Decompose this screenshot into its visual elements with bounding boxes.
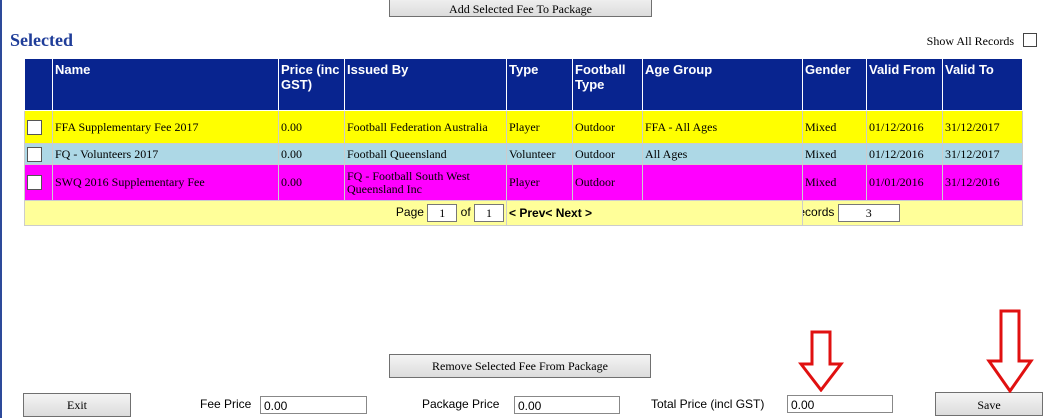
cell-price: 0.00 xyxy=(278,143,345,165)
cell-valid-to: 31/12/2017 xyxy=(942,110,1023,144)
cell-football-type: Outdoor xyxy=(572,164,643,201)
cell-name: SWQ 2016 Supplementary Fee xyxy=(52,164,279,201)
cell-issued-by: Football Queensland xyxy=(344,143,507,165)
next-link[interactable]: < Next > xyxy=(545,206,592,220)
cell-valid-from: 01/12/2016 xyxy=(866,110,943,144)
page-count: 1 xyxy=(474,204,504,222)
cell-price: 0.00 xyxy=(278,164,345,201)
cell-type: Player xyxy=(506,164,573,201)
header-gender[interactable]: Gender xyxy=(802,58,867,111)
cell-price: 0.00 xyxy=(278,110,345,144)
table-row[interactable]: FQ - Volunteers 2017 0.00 Football Queen… xyxy=(24,143,1023,165)
of-label: of xyxy=(460,205,471,220)
table-header-row: Name Price (inc GST) Issued By Type Foot… xyxy=(24,58,1023,111)
header-issued-by[interactable]: Issued By xyxy=(344,58,507,111)
cell-age-group: All Ages xyxy=(642,143,803,165)
exit-button[interactable]: Exit xyxy=(23,393,131,417)
prev-link[interactable]: < Prev xyxy=(509,206,545,220)
cell-issued-by: FQ - Football South West Queensland Inc xyxy=(344,164,507,201)
save-button[interactable]: Save xyxy=(935,392,1043,416)
header-valid-to[interactable]: Valid To xyxy=(942,58,1023,111)
cell-age-group xyxy=(642,164,803,201)
header-price[interactable]: Price (inc GST) xyxy=(278,58,345,111)
total-records-label: Total Records xyxy=(804,205,835,220)
table-row[interactable]: FFA Supplementary Fee 2017 0.00 Football… xyxy=(24,110,1023,144)
cell-valid-to: 31/12/2017 xyxy=(942,143,1023,165)
cell-gender: Mixed xyxy=(802,110,867,144)
cell-valid-from: 01/01/2016 xyxy=(866,164,943,201)
package-price-label: Package Price xyxy=(422,397,500,411)
down-arrow-icon xyxy=(798,330,844,392)
cell-valid-from: 01/12/2016 xyxy=(866,143,943,165)
row-checkbox[interactable] xyxy=(27,146,42,162)
header-valid-from[interactable]: Valid From xyxy=(866,58,943,111)
cell-type: Volunteer xyxy=(506,143,573,165)
cell-name: FQ - Volunteers 2017 xyxy=(52,143,279,165)
section-title: Selected xyxy=(10,30,73,50)
page-input[interactable]: 1 xyxy=(427,204,458,222)
total-price-field[interactable]: 0.00 xyxy=(787,395,893,413)
table-row[interactable]: SWQ 2016 Supplementary Fee 0.00 FQ - Foo… xyxy=(24,164,1023,201)
cell-valid-to: 31/12/2016 xyxy=(942,164,1023,201)
cell-issued-by: Football Federation Australia xyxy=(344,110,507,144)
fee-price-field[interactable]: 0.00 xyxy=(260,396,367,414)
header-select xyxy=(24,58,53,111)
show-all-records-checkbox[interactable] xyxy=(1023,33,1037,47)
cell-type: Player xyxy=(506,110,573,144)
pager-row: Page 1 of 1 < Prev< Next > Total Records… xyxy=(24,200,1023,226)
cell-gender: Mixed xyxy=(802,143,867,165)
row-checkbox[interactable] xyxy=(27,175,42,191)
header-football-type[interactable]: Football Type xyxy=(572,58,643,111)
package-price-field[interactable]: 0.00 xyxy=(514,396,620,414)
fee-price-label: Fee Price xyxy=(200,397,252,411)
page-label: Page xyxy=(395,205,424,220)
remove-selected-fee-button[interactable]: Remove Selected Fee From Package xyxy=(389,354,651,378)
row-checkbox[interactable] xyxy=(27,119,42,135)
header-type[interactable]: Type xyxy=(506,58,573,111)
left-border xyxy=(0,0,2,418)
total-records-value: 3 xyxy=(837,204,900,222)
cell-age-group: FFA - All Ages xyxy=(642,110,803,144)
cell-name: FFA Supplementary Fee 2017 xyxy=(52,110,279,144)
header-age-group[interactable]: Age Group xyxy=(642,58,803,111)
add-selected-fee-button[interactable]: Add Selected Fee To Package xyxy=(389,0,652,17)
selected-fees-table: Name Price (inc GST) Issued By Type Foot… xyxy=(24,58,1023,226)
cell-gender: Mixed xyxy=(802,164,867,201)
cell-football-type: Outdoor xyxy=(572,143,643,165)
cell-football-type: Outdoor xyxy=(572,110,643,144)
header-name[interactable]: Name xyxy=(52,58,279,111)
down-arrow-icon xyxy=(986,309,1034,393)
show-all-records-label: Show All Records xyxy=(926,34,1014,48)
total-price-label: Total Price (incl GST) xyxy=(651,397,765,411)
